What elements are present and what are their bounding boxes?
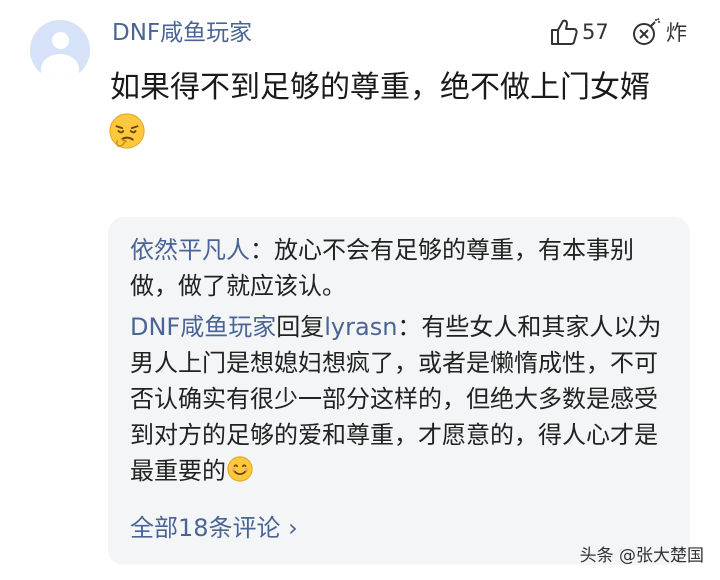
like-count: 57 — [582, 20, 609, 44]
user-avatar[interactable] — [30, 20, 90, 80]
reply-author[interactable]: DNF咸鱼玩家 — [130, 313, 276, 341]
bomb-button[interactable]: 炸 — [630, 16, 687, 48]
persevering-face-emoji-icon — [109, 113, 145, 149]
avatar-body — [41, 54, 79, 80]
like-button[interactable]: 57 — [548, 16, 609, 48]
reply-target[interactable]: lyrasn — [324, 313, 397, 341]
reply-section: 依然平凡人：放心不会有足够的尊重，有本事别做，做了就应该认。 DNF咸鱼玩家回复… — [108, 217, 690, 565]
view-all-replies-link[interactable]: 全部18条评论 › — [130, 512, 298, 544]
comment-text: 如果得不到足够的尊重，绝不做上门女婿 — [110, 70, 650, 105]
watermark: 头条 @张大楚国 — [579, 546, 704, 566]
bomb-label: 炸 — [666, 21, 687, 45]
thumbs-up-icon — [551, 19, 578, 45]
bomb-icon — [633, 17, 660, 45]
smile-emoji-icon — [227, 456, 253, 482]
avatar-head — [52, 32, 69, 49]
reply-author[interactable]: 依然平凡人 — [130, 236, 250, 264]
reply-word: 回复 — [276, 313, 325, 341]
reply-item: DNF咸鱼玩家回复lyrasn：有些女人和其家人以为男人上门是想媳妇想疯了，或者… — [130, 309, 675, 489]
comment-username[interactable]: DNF咸鱼玩家 — [112, 18, 252, 48]
reply-item: 依然平凡人：放心不会有足够的尊重，有本事别做，做了就应该认。 — [130, 232, 675, 304]
